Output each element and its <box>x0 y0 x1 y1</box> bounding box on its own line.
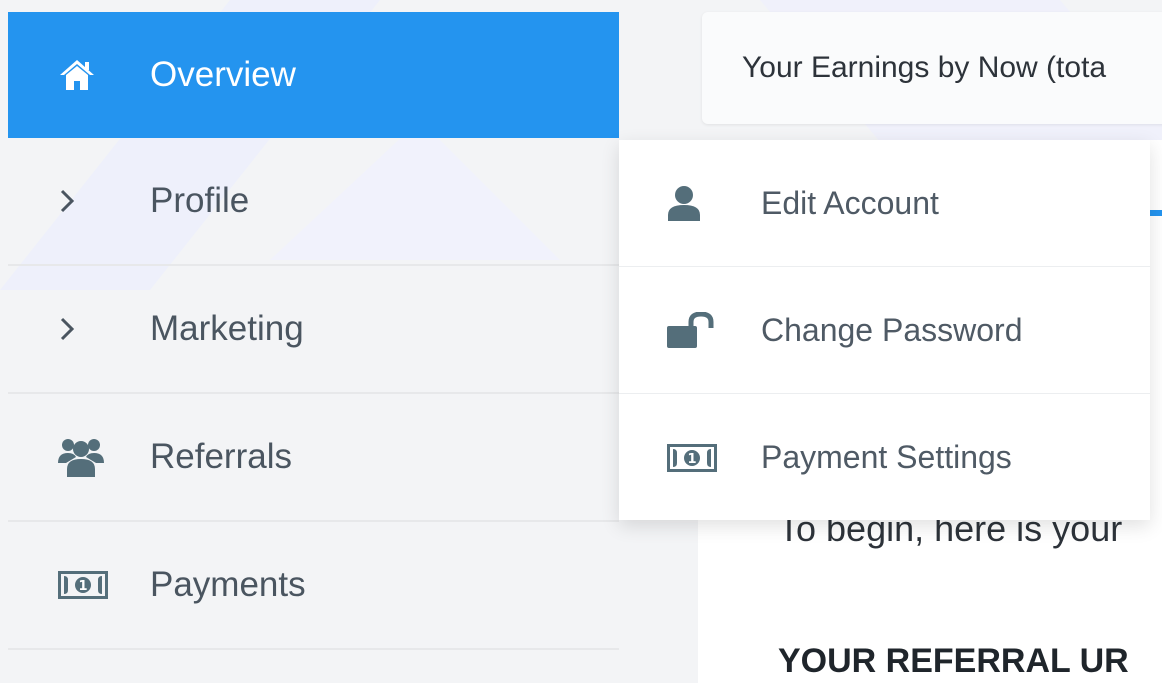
tab-indicator <box>1150 210 1162 216</box>
chevron-right-icon <box>58 316 118 342</box>
sidebar-item-label: Marketing <box>150 309 304 348</box>
home-icon <box>58 58 118 92</box>
submenu-item-label: Payment Settings <box>761 439 1012 475</box>
earnings-card: Your Earnings by Now (tota <box>702 12 1162 124</box>
submenu-item-change-password[interactable]: Change Password <box>619 267 1150 394</box>
sidebar: Overview Profile Marketing Referrals 1 P… <box>8 12 619 683</box>
money-icon: 1 <box>58 571 118 599</box>
submenu-item-label: Edit Account <box>761 184 939 221</box>
sidebar-item-referrals[interactable]: Referrals <box>8 394 619 522</box>
profile-submenu: Edit Account Change Password 1 Payment S… <box>619 140 1150 520</box>
earnings-label: Your Earnings by Now (tota <box>742 51 1107 84</box>
referral-url-heading: YOUR REFERRAL UR <box>778 642 1129 680</box>
affiliate-dashboard: Your Earnings by Now (tota To begin, her… <box>0 0 1162 683</box>
svg-text:1: 1 <box>78 579 87 594</box>
sidebar-item-label: Overview <box>150 55 296 94</box>
user-icon <box>667 185 727 221</box>
chevron-right-icon <box>58 188 118 214</box>
submenu-item-edit-account[interactable]: Edit Account <box>619 140 1150 267</box>
sidebar-item-payments[interactable]: 1 Payments <box>8 522 619 650</box>
submenu-item-label: Change Password <box>761 311 1023 348</box>
users-icon <box>58 437 118 477</box>
money-icon: 1 <box>667 443 727 472</box>
sidebar-item-marketing[interactable]: Marketing <box>8 266 619 394</box>
sidebar-item-overview[interactable]: Overview <box>8 12 619 138</box>
sidebar-item-profile[interactable]: Profile <box>8 138 619 266</box>
sidebar-item-label: Referrals <box>150 437 292 476</box>
sidebar-item-label: Payments <box>150 565 306 604</box>
submenu-item-payment-settings[interactable]: 1 Payment Settings <box>619 394 1150 521</box>
svg-text:1: 1 <box>687 452 696 467</box>
unlock-icon <box>667 312 727 348</box>
sidebar-item-label: Profile <box>150 181 250 220</box>
